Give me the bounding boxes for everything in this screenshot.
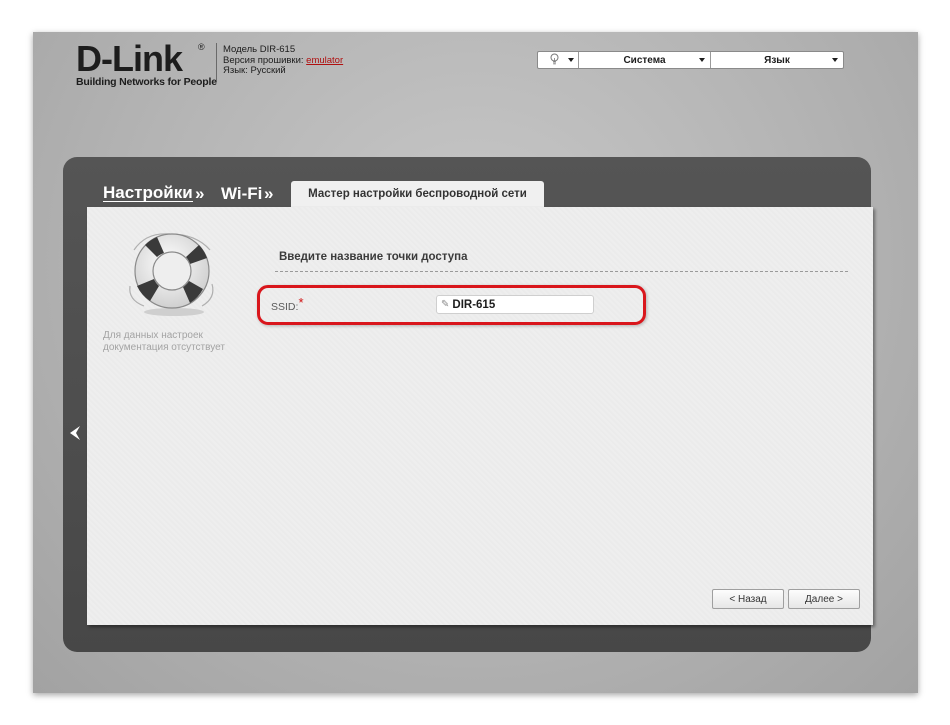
firmware-prefix: Версия прошивки: [223, 54, 307, 66]
dlink-logo: D-Link ® Building Networks for People [76, 41, 217, 89]
language-line: Язык: Русский [223, 65, 286, 76]
collapse-arrow-icon[interactable] [68, 425, 82, 441]
tab-wireless-wizard[interactable]: Мастер настройки беспроводной сети [291, 181, 544, 207]
language-menu[interactable]: Язык [710, 52, 843, 68]
device-info: Модель DIR-615 Версия прошивки: emulator… [223, 44, 343, 77]
brand-name: D-Link [76, 38, 183, 79]
registered-mark: ® [198, 42, 205, 52]
breadcrumb-wifi[interactable]: Wi-Fi [221, 184, 262, 204]
section-title: Введите название точки доступа [279, 251, 468, 263]
firmware-link[interactable]: emulator [306, 55, 343, 66]
breadcrumb-settings[interactable]: Настройки [103, 184, 193, 202]
back-button[interactable]: < Назад [712, 589, 784, 609]
lightbulb-icon [550, 53, 559, 65]
top-menu-bar: Система Язык [537, 51, 844, 69]
header-divider [216, 43, 217, 81]
breadcrumb-separator: » [264, 184, 274, 203]
system-menu[interactable]: Система [578, 52, 710, 68]
highlight-annotation [257, 285, 646, 325]
lifebuoy-icon [129, 233, 214, 316]
language-menu-label: Язык [764, 54, 790, 66]
notifications-dropdown[interactable] [538, 52, 578, 68]
chevron-down-icon [568, 58, 574, 62]
system-menu-label: Система [623, 54, 666, 66]
help-text: Для данных настроек документация отсутст… [103, 330, 225, 353]
next-button[interactable]: Далее > [788, 589, 860, 609]
section-divider [275, 271, 848, 272]
chevron-down-icon [699, 58, 705, 62]
chevron-down-icon [832, 58, 838, 62]
breadcrumb-separator: » [195, 184, 205, 203]
